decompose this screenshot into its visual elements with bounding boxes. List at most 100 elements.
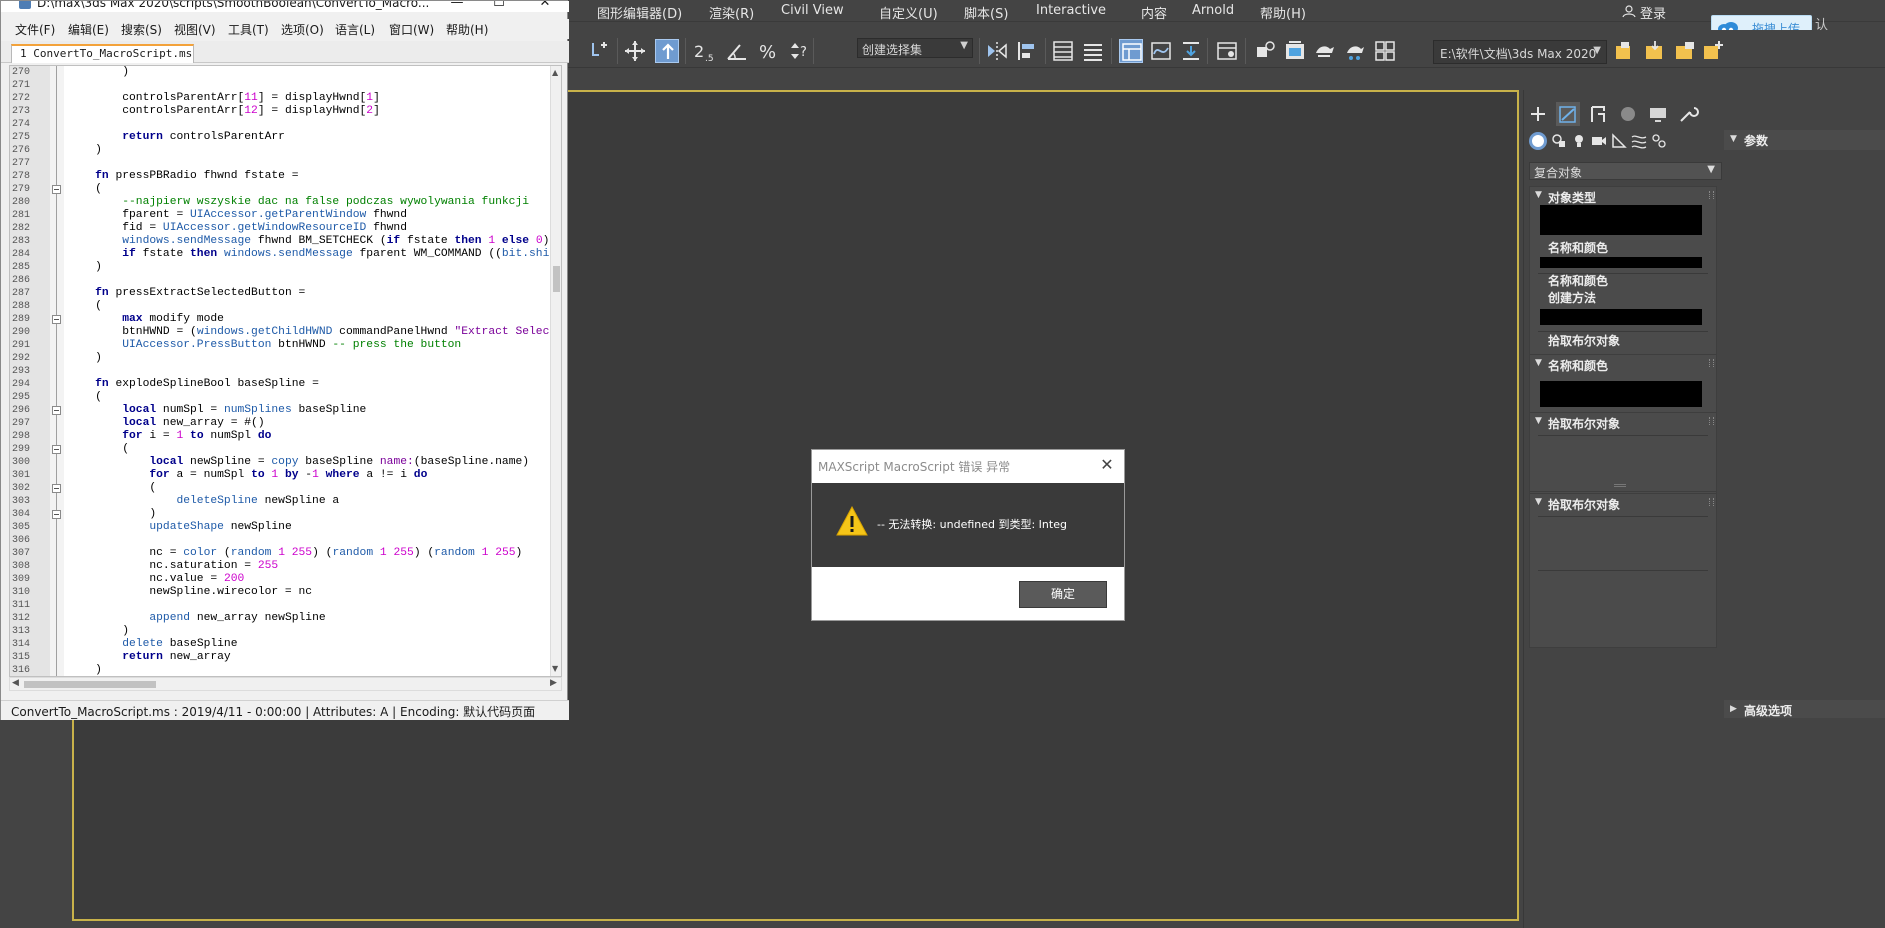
align-icon[interactable]: [1015, 39, 1039, 63]
space-warps-icon[interactable]: [1630, 132, 1648, 150]
menu-interactive[interactable]: Interactive: [1036, 3, 1106, 18]
render-production-icon[interactable]: [1343, 39, 1367, 63]
drag-grip-icon[interactable]: [1709, 191, 1714, 199]
display-tab-icon[interactable]: [1646, 102, 1670, 126]
close-icon[interactable]: ✕: [525, 1, 565, 11]
file-tab[interactable]: 1 ConvertTo_MacroScript.ms: [11, 44, 194, 63]
pick-boolean-rollout-header[interactable]: ▼ 拾取布尔对象: [1530, 413, 1716, 431]
scroll-up-icon[interactable]: ▲: [552, 68, 558, 77]
maximize-icon[interactable]: ☐: [479, 1, 519, 11]
login-area[interactable]: 登录: [1620, 0, 1710, 22]
geometry-icon[interactable]: [1529, 132, 1547, 150]
open-project-icon[interactable]: [1673, 39, 1697, 63]
render-setup-icon[interactable]: [1253, 39, 1277, 63]
scroll-right-icon[interactable]: ▶: [550, 678, 557, 688]
snap-2-5-icon[interactable]: 2.5: [693, 39, 717, 64]
layer-manager-icon[interactable]: [1081, 39, 1105, 63]
systems-icon[interactable]: [1650, 132, 1668, 150]
editor-menu-help[interactable]: 帮助(H): [446, 21, 488, 38]
move-icon[interactable]: [623, 39, 647, 63]
editor-menu-edit[interactable]: 编辑(E): [68, 21, 109, 38]
toggle-scene-explorer-icon[interactable]: [1119, 39, 1143, 63]
menu-content[interactable]: 内容: [1141, 3, 1167, 22]
snap-toggle-icon[interactable]: [587, 39, 611, 63]
vertical-scrollbar[interactable]: ▲ ▼: [550, 66, 561, 676]
material-editor-icon[interactable]: [1215, 39, 1239, 63]
selection-set-dropdown[interactable]: 创建选择集 ▼: [857, 38, 973, 58]
scroll-down-icon[interactable]: ▼: [552, 664, 558, 673]
spinner-snap-icon[interactable]: ?: [787, 39, 811, 63]
code-area[interactable]: ) controlsParentArr[11] = displayHwnd[1]…: [68, 66, 554, 676]
editor-menu-search[interactable]: 搜索(S): [121, 21, 162, 38]
editor-menu-window[interactable]: 窗口(W): [389, 21, 434, 38]
layer-explorer-icon[interactable]: [1051, 39, 1075, 63]
mirror-icon[interactable]: [985, 39, 1009, 63]
lights-icon[interactable]: [1570, 132, 1588, 150]
project-folder-icon[interactable]: [1613, 39, 1637, 63]
minimize-icon[interactable]: —: [437, 1, 477, 11]
helpers-icon[interactable]: [1610, 132, 1628, 150]
dialog-titlebar[interactable]: MAXScript MacroScript 错误 异常 ✕: [812, 450, 1124, 483]
render-online-icon[interactable]: [1373, 39, 1397, 63]
menu-arnold[interactable]: Arnold: [1192, 3, 1234, 18]
cameras-icon[interactable]: [1590, 132, 1608, 150]
menu-help[interactable]: 帮助(H): [1260, 3, 1306, 22]
utilities-tab-icon[interactable]: [1676, 102, 1700, 126]
editor-menu-tools[interactable]: 工具(T): [228, 21, 269, 38]
editor-menu-language[interactable]: 语言(L): [335, 21, 375, 38]
advanced-options-rollout-header[interactable]: ▶ 高级选项: [1724, 700, 1885, 718]
drag-grip-icon[interactable]: [1709, 417, 1714, 425]
editor-menu-options[interactable]: 选项(O): [281, 21, 324, 38]
horizontal-scrollbar[interactable]: ◀ ▶: [9, 677, 562, 691]
menu-civil-view[interactable]: Civil View: [781, 3, 844, 18]
fold-toggle-icon[interactable]: [52, 445, 61, 454]
schematic-icon[interactable]: [1179, 39, 1203, 63]
drag-grip-icon[interactable]: [1709, 359, 1714, 367]
render-icon[interactable]: [1313, 39, 1337, 63]
category-dropdown[interactable]: 复合对象 ▼: [1529, 162, 1722, 180]
ok-button[interactable]: 确定: [1019, 581, 1107, 608]
line-number: 299: [12, 444, 31, 455]
select-icon[interactable]: [655, 39, 679, 63]
parameters-rollout-header[interactable]: ▼ 参数: [1724, 130, 1885, 150]
close-icon[interactable]: ✕: [1098, 456, 1116, 474]
editor-menu-file[interactable]: 文件(F): [15, 21, 55, 38]
pick-boolean-rollout-2-header[interactable]: ▼ 拾取布尔对象: [1530, 494, 1716, 512]
splitter-grip[interactable]: [1614, 484, 1626, 487]
shapes-icon[interactable]: [1550, 132, 1568, 150]
editor-menubar: 文件(F) 编辑(E) 搜索(S) 视图(V) 工具(T) 选项(O) 语言(L…: [1, 19, 569, 39]
motion-tab-icon[interactable]: [1616, 102, 1640, 126]
editor-menu-view[interactable]: 视图(V): [174, 21, 216, 38]
line-number: 282: [12, 223, 31, 234]
set-project-icon[interactable]: [1643, 39, 1667, 63]
error-message: -- 无法转换: undefined 到类型: Integ: [877, 518, 1067, 531]
menu-customize[interactable]: 自定义(U): [879, 3, 938, 22]
scroll-left-icon[interactable]: ◀: [12, 678, 19, 688]
creation-method-area: [1540, 309, 1702, 325]
menu-scripting[interactable]: 脚本(S): [964, 3, 1008, 22]
object-type-rollout-header[interactable]: ▼ 对象类型: [1530, 187, 1716, 205]
menu-rendering[interactable]: 渲染(R): [709, 3, 754, 22]
editor-titlebar[interactable]: D:\max\3ds Max 2020\scripts\SmoothBoolea…: [1, 1, 569, 12]
hierarchy-tab-icon[interactable]: [1586, 102, 1610, 126]
fold-toggle-icon[interactable]: [52, 510, 61, 519]
name-color-rollout-header[interactable]: ▼ 名称和颜色: [1530, 355, 1716, 373]
percent-snap-icon[interactable]: %: [757, 39, 781, 63]
fold-toggle-icon[interactable]: [52, 315, 61, 324]
expand-triangle-icon: ▶: [1730, 704, 1737, 714]
project-path-dropdown[interactable]: E:\软件\文档\3ds Max 2020 ▼: [1433, 40, 1607, 64]
fold-toggle-icon[interactable]: [52, 406, 61, 415]
rendered-frame-icon[interactable]: [1283, 39, 1307, 63]
fold-toggle-icon[interactable]: [52, 484, 61, 493]
create-tab-icon[interactable]: [1526, 102, 1550, 126]
angle-snap-icon[interactable]: [725, 39, 749, 63]
fold-toggle-icon[interactable]: [52, 185, 61, 194]
new-project-icon[interactable]: [1701, 39, 1725, 63]
horizontal-scroll-thumb[interactable]: [24, 681, 156, 688]
curve-editor-icon[interactable]: [1149, 39, 1173, 63]
vertical-scroll-thumb[interactable]: [553, 266, 560, 292]
menu-graph-editors[interactable]: 图形编辑器(D): [597, 3, 682, 22]
modify-tab-icon[interactable]: [1556, 102, 1580, 126]
code-editor[interactable]: 270 271 272 273 274 275 276 277 278 279 280 281 282 2…: [9, 65, 562, 677]
drag-grip-icon[interactable]: [1709, 498, 1714, 506]
